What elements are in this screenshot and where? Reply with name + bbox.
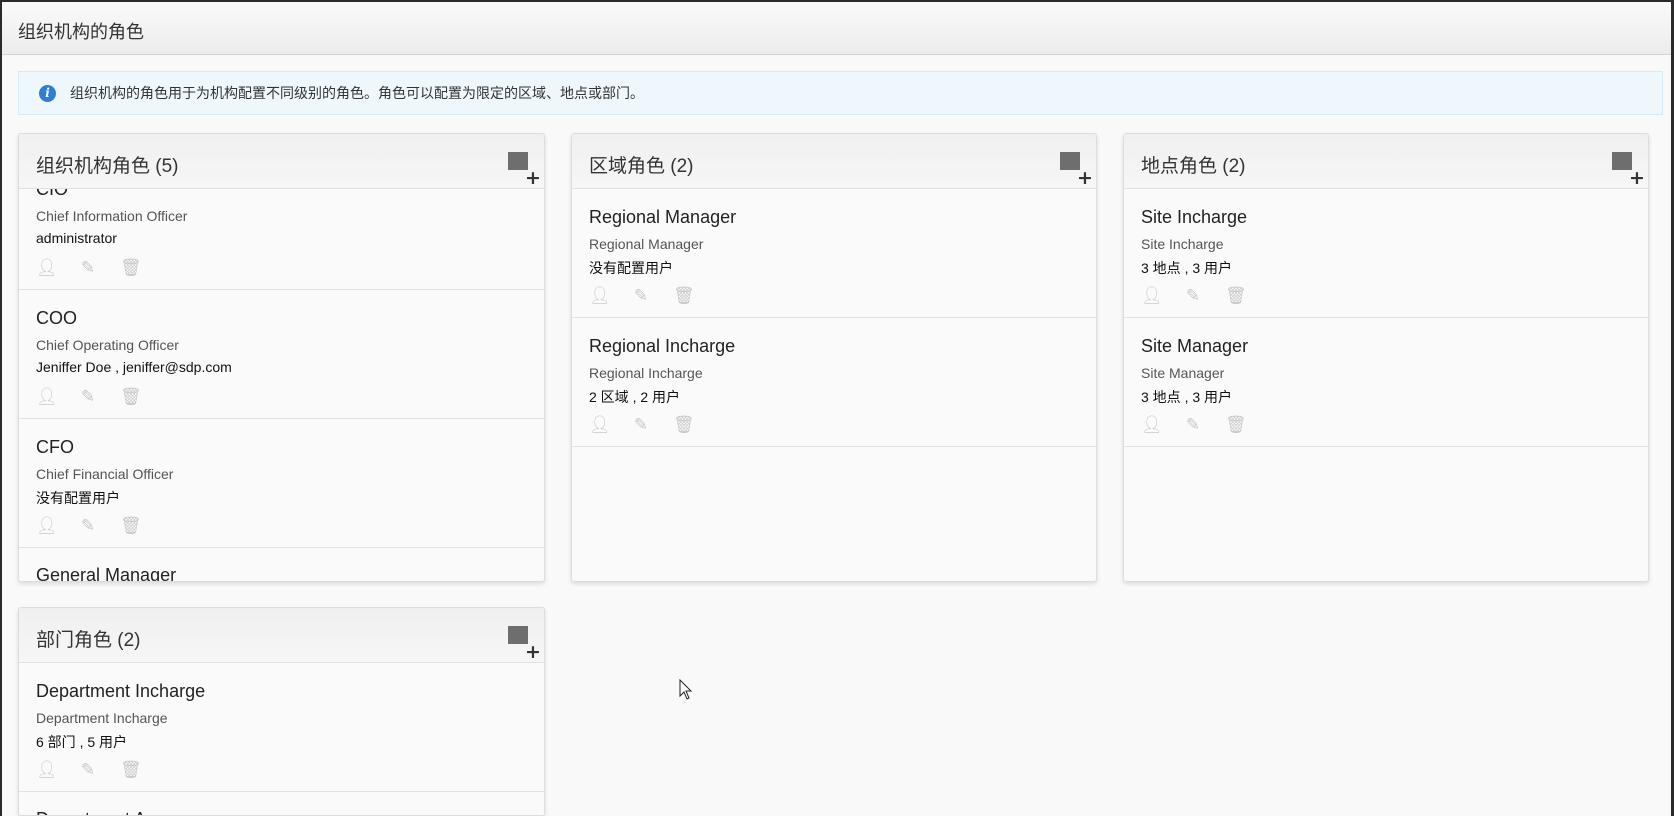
app-window: 组织机构的角色 i 组织机构的角色用于为机构配置不同级别的角色。角色可以配置为限定…: [2, 2, 1671, 816]
role-users: 没有配置用户: [36, 490, 120, 506]
role-item[interactable]: Site Manager Site Manager 3 地点 , 3 用户 👤︎ ✎ 🗑︎: [1124, 318, 1648, 447]
role-name[interactable]: Site Manager: [1141, 336, 1248, 357]
role-list[interactable]: Department Incharge Department Incharge 6 …: [19, 663, 544, 815]
role-users: 6 部门 , 5 用户: [36, 734, 128, 750]
role-item[interactable]: Regional Manager Regional Manager 没有配置用户 👤︎…: [572, 189, 1096, 318]
add-role-button[interactable]: +: [1060, 152, 1093, 188]
assign-user-icon[interactable]: 👤︎: [36, 516, 58, 536]
card-header: 部门角色 (2) +: [19, 608, 544, 663]
role-name[interactable]: COO: [36, 308, 77, 329]
add-role-button[interactable]: +: [508, 152, 541, 188]
edit-icon[interactable]: ✎: [1183, 415, 1203, 435]
role-description: Department Incharge: [36, 710, 168, 726]
role-item[interactable]: Site Incharge Site Incharge 3 地点 , 3 用户 👤︎ ✎…: [1124, 189, 1648, 318]
role-users: 2 区域 , 2 用户: [589, 389, 681, 405]
trash-icon[interactable]: 🗑︎: [673, 415, 695, 435]
card-header: 区域角色 (2) +: [572, 134, 1096, 189]
card-department-roles: 部门角色 (2) + Department Incharge Department …: [18, 607, 545, 816]
role-item[interactable]: CFO Chief Financial Officer 没有配置用户 👤︎ ✎ 🗑︎: [19, 419, 544, 548]
edit-icon[interactable]: ✎: [78, 258, 98, 278]
role-name[interactable]: Site Incharge: [1141, 207, 1247, 228]
trash-icon[interactable]: 🗑︎: [120, 387, 142, 407]
role-name[interactable]: General Manager: [36, 564, 176, 581]
edit-icon[interactable]: ✎: [78, 516, 98, 536]
card-title: 组织机构角色 (5): [36, 156, 179, 177]
role-users: administrator: [36, 230, 117, 246]
trash-icon[interactable]: 🗑︎: [120, 516, 142, 536]
role-description: Regional Manager: [589, 236, 704, 252]
role-users: Jeniffer Doe , jeniffer@sdp.com: [36, 359, 232, 375]
plus-icon: +: [1629, 167, 1645, 189]
role-name[interactable]: Department Incharge: [36, 681, 205, 702]
assign-user-icon[interactable]: 👤︎: [589, 286, 611, 306]
role-users: 3 地点 , 3 用户: [1141, 389, 1233, 405]
role-name[interactable]: CFO: [36, 437, 74, 458]
role-item[interactable]: Regional Incharge Regional Incharge 2 区域 ,…: [572, 318, 1096, 447]
role-description: Regional Incharge: [589, 365, 703, 381]
role-item[interactable]: COO Chief Operating Officer Jeniffer Doe ,…: [19, 290, 544, 419]
role-description: Site Incharge: [1141, 236, 1224, 252]
role-name[interactable]: CIO: [36, 189, 68, 200]
card-header: 地点角色 (2) +: [1124, 134, 1648, 189]
card-header: 组织机构角色 (5) +: [19, 134, 544, 189]
assign-user-icon[interactable]: 👤︎: [36, 258, 58, 278]
page-header: 组织机构的角色: [2, 2, 1671, 55]
role-item[interactable]: General Manager: [19, 548, 544, 581]
assign-user-icon[interactable]: 👤︎: [1141, 286, 1163, 306]
trash-icon[interactable]: 🗑︎: [673, 286, 695, 306]
card-title: 部门角色 (2): [36, 630, 141, 651]
role-name[interactable]: Department A: [36, 808, 146, 815]
role-description: Chief Information Officer: [36, 208, 188, 224]
card-region-roles: 区域角色 (2) + Regional Manager Regional Manag…: [571, 133, 1097, 582]
card-site-roles: 地点角色 (2) + Site Incharge Site Incharge 3 地点…: [1123, 133, 1649, 582]
card-organization-roles: 组织机构角色 (5) + CIO Chief Information Officer…: [18, 133, 545, 582]
edit-icon[interactable]: ✎: [631, 415, 651, 435]
role-item[interactable]: CIO Chief Information Officer administrato…: [19, 189, 544, 290]
role-users: 3 地点 , 3 用户: [1141, 260, 1233, 276]
role-description: Site Manager: [1141, 365, 1225, 381]
role-item[interactable]: Department A: [19, 792, 544, 815]
role-description: Chief Operating Officer: [36, 337, 179, 353]
add-role-button[interactable]: +: [508, 626, 541, 662]
edit-icon[interactable]: ✎: [78, 760, 98, 780]
role-list[interactable]: Regional Manager Regional Manager 没有配置用户 👤︎…: [572, 189, 1096, 581]
trash-icon[interactable]: 🗑︎: [1225, 286, 1247, 306]
info-text: 组织机构的角色用于为机构配置不同级别的角色。角色可以配置为限定的区域、地点或部门…: [70, 85, 644, 101]
assign-user-icon[interactable]: 👤︎: [589, 415, 611, 435]
edit-icon[interactable]: ✎: [78, 387, 98, 407]
page-title: 组织机构的角色: [18, 22, 144, 42]
trash-icon[interactable]: 🗑︎: [120, 760, 142, 780]
role-description: Chief Financial Officer: [36, 466, 174, 482]
card-title: 地点角色 (2): [1141, 156, 1246, 177]
plus-icon: +: [525, 167, 541, 189]
edit-icon[interactable]: ✎: [631, 286, 651, 306]
role-item[interactable]: Department Incharge Department Incharge 6 …: [19, 663, 544, 792]
role-list[interactable]: CIO Chief Information Officer administrato…: [19, 189, 544, 581]
mouse-cursor: [679, 679, 693, 700]
info-banner: i 组织机构的角色用于为机构配置不同级别的角色。角色可以配置为限定的区域、地点或部…: [18, 71, 1663, 115]
assign-user-icon[interactable]: 👤︎: [36, 760, 58, 780]
assign-user-icon[interactable]: 👤︎: [1141, 415, 1163, 435]
card-title: 区域角色 (2): [589, 156, 694, 177]
plus-icon: +: [525, 641, 541, 663]
plus-icon: +: [1077, 167, 1093, 189]
assign-user-icon[interactable]: 👤︎: [36, 387, 58, 407]
trash-icon[interactable]: 🗑︎: [1225, 415, 1247, 435]
role-name[interactable]: Regional Manager: [589, 207, 736, 228]
role-name[interactable]: Regional Incharge: [589, 336, 735, 357]
role-users: 没有配置用户: [589, 260, 673, 276]
trash-icon[interactable]: 🗑︎: [120, 258, 142, 278]
role-list[interactable]: Site Incharge Site Incharge 3 地点 , 3 用户 👤︎ ✎…: [1124, 189, 1648, 581]
info-icon: i: [39, 84, 56, 102]
edit-icon[interactable]: ✎: [1183, 286, 1203, 306]
add-role-button[interactable]: +: [1612, 152, 1645, 188]
